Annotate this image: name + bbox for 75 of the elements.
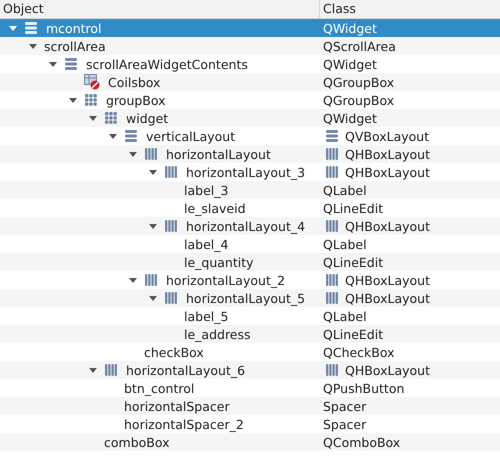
class-name: QWidget (323, 56, 377, 72)
expand-arrow-icon[interactable] (48, 59, 58, 69)
object-name: comboBox (103, 434, 170, 450)
object-name: le_slaveid (183, 200, 246, 216)
object-name: widget (125, 110, 168, 126)
object-name: horizontalLayout_2 (165, 272, 286, 288)
expand-arrow-icon[interactable] (68, 95, 78, 105)
object-name: horizontalLayout_4 (185, 218, 306, 234)
object-name: scrollAreaWidgetContents (85, 56, 248, 72)
tree-row[interactable]: le_quantity QLineEdit (0, 253, 500, 271)
class-name: QHBoxLayout (345, 290, 430, 306)
object-name: btn_control (123, 380, 194, 396)
object-name: checkBox (143, 344, 204, 360)
expand-arrow-icon[interactable] (88, 365, 98, 375)
class-name: QCheckBox (323, 344, 395, 360)
tree-row[interactable]: label_3 QLabel (0, 181, 500, 199)
object-name: label_5 (183, 308, 228, 324)
expand-arrow-icon[interactable] (28, 41, 38, 51)
tree-row[interactable]: scrollArea QScrollArea (0, 37, 500, 55)
tree-row[interactable]: horizontalLayout QHBoxLayout (0, 145, 500, 163)
class-name: QWidget (323, 20, 377, 36)
column-header[interactable]: Object (0, 0, 320, 18)
tree-row[interactable]: le_address QLineEdit (0, 325, 500, 343)
tree-row[interactable]: horizontalLayout_6 QHBoxLayout (0, 361, 500, 379)
object-name: Coilsbox (107, 74, 160, 90)
object-name: horizontalLayout_3 (185, 164, 306, 180)
column-header[interactable]: Class (320, 0, 500, 18)
object-name: scrollArea (43, 38, 106, 54)
object-name: horizontalLayout (165, 146, 271, 162)
object-name: mcontrol (45, 20, 102, 36)
expand-arrow-icon[interactable] (148, 293, 158, 303)
expand-arrow-icon[interactable] (128, 149, 138, 159)
object-name: label_3 (183, 182, 228, 198)
object-name: label_4 (183, 236, 228, 252)
class-name: QVBoxLayout (345, 128, 430, 144)
object-name: groupBox (105, 92, 166, 108)
class-name: QHBoxLayout (345, 218, 430, 234)
class-name: QLabel (323, 182, 367, 198)
class-name: QHBoxLayout (345, 272, 430, 288)
object-name: horizontalSpacer_2 (123, 416, 244, 432)
expand-arrow-icon[interactable] (88, 113, 98, 123)
tree-row[interactable]: widget QWidget (0, 109, 500, 127)
class-name: QLineEdit (323, 254, 384, 270)
class-name: Spacer (323, 416, 366, 432)
object-name: le_quantity (183, 254, 254, 270)
object-name: le_address (183, 326, 251, 342)
tree-row[interactable]: mcontrol QWidget (0, 19, 500, 37)
tree-row[interactable]: Coilsbox QGroupBox (0, 73, 500, 91)
expand-arrow-icon[interactable] (108, 131, 118, 141)
class-name: QLabel (323, 308, 367, 324)
tree-row[interactable]: horizontalSpacer Spacer (0, 397, 500, 415)
class-name: QPushButton (323, 380, 404, 396)
class-name: QGroupBox (323, 92, 394, 108)
object-name: horizontalLayout_5 (185, 290, 306, 306)
class-name: Spacer (323, 398, 366, 414)
class-name: QHBoxLayout (345, 164, 430, 180)
class-name: QComboBox (323, 434, 400, 450)
class-name: QGroupBox (323, 74, 394, 90)
expand-arrow-icon[interactable] (148, 221, 158, 231)
tree-row[interactable]: comboBox QComboBox (0, 433, 500, 451)
object-name: horizontalSpacer (123, 398, 230, 414)
class-name: QLineEdit (323, 326, 384, 342)
expand-arrow-icon[interactable] (8, 23, 18, 33)
class-name: QLineEdit (323, 200, 384, 216)
tree-row[interactable]: horizontalLayout_5 QHBoxLayout (0, 289, 500, 307)
object-name: verticalLayout (145, 128, 236, 144)
class-name: QWidget (323, 110, 377, 126)
class-name: QHBoxLayout (345, 362, 430, 378)
tree-row[interactable]: horizontalLayout_4 QHBoxLayout (0, 217, 500, 235)
class-name: QLabel (323, 236, 367, 252)
class-name: QHBoxLayout (345, 146, 430, 162)
expand-arrow-icon[interactable] (148, 167, 158, 177)
expand-arrow-icon[interactable] (128, 275, 138, 285)
object-name: horizontalLayout_6 (125, 362, 246, 378)
class-name: QScrollArea (323, 38, 396, 54)
